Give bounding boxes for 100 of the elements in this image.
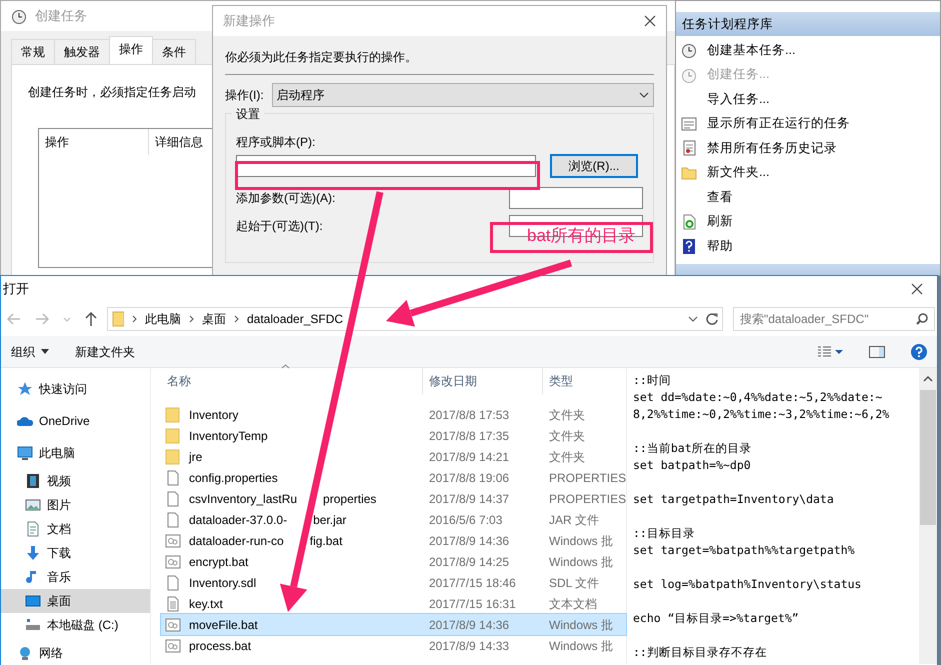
caret-down-icon [41, 349, 49, 354]
column-header[interactable]: 操作 [39, 129, 149, 155]
column-header[interactable]: 修改日期 [423, 368, 543, 394]
nav-item[interactable]: 网络 [1, 637, 150, 665]
file-name: Inventory.sdl [189, 574, 256, 592]
help-icon[interactable] [911, 344, 927, 360]
action-select[interactable]: 启动程序 [272, 83, 654, 107]
code-line: set targetpath=Inventory\data [633, 491, 835, 508]
file-row[interactable]: Inventory 2017/8/8 17:53 文件夹 [161, 404, 626, 425]
file-type: 文件夹 [548, 428, 586, 444]
code-line: ::判断目标目录存不存在 [633, 644, 768, 661]
chevron-right-icon [189, 315, 194, 323]
nav-item[interactable]: 视频 [1, 469, 150, 493]
nav-item[interactable]: OneDrive [1, 405, 150, 437]
address-bar[interactable]: 此电脑 桌面 dataloader_SFDC [107, 307, 723, 331]
up-arrow-icon[interactable] [85, 312, 97, 326]
view-options-icon[interactable] [817, 346, 843, 358]
monitor-icon [25, 593, 41, 609]
browse-button[interactable]: 浏览(R)... [550, 154, 638, 178]
close-icon[interactable] [644, 15, 656, 27]
panel-action[interactable]: 导入任务... [676, 87, 940, 112]
refresh-icon [681, 214, 697, 230]
code-line: set log=%batpath%Inventory\status [633, 576, 862, 593]
file-date: 2017/8/9 14:21 [428, 448, 510, 466]
new-folder-button[interactable]: 新建文件夹 [75, 342, 135, 360]
breadcrumb-item[interactable]: 此电脑 [145, 310, 181, 328]
file-type: 文件夹 [548, 448, 586, 466]
file-date: 2017/8/9 14:33 [428, 638, 510, 654]
file-row[interactable]: dataloader-37.0.0- ber.jar 2016/5/6 7:03 JAR 文件 [161, 509, 626, 530]
instruction-text: 你必须为此任务指定要执行的操作。 [225, 49, 418, 66]
file-row[interactable]: encrypt.bat 2017/8/9 14:25 Windows 批 [161, 551, 626, 572]
file-row[interactable]: csvInventory_lastRu properties 2017/8/9 14:37 PROPERTIES [161, 488, 626, 509]
panel-action[interactable]: 新文件夹... [676, 160, 940, 185]
file-row[interactable]: InventoryTemp 2017/8/8 17:35 文件夹 [161, 425, 626, 446]
tab[interactable]: 常规 [11, 39, 55, 64]
nav-item[interactable]: 本地磁盘 (C:) [1, 613, 150, 637]
gears-icon [165, 638, 181, 654]
file-date: 2017/7/15 18:46 [428, 574, 517, 592]
file-type: Windows 批 [548, 554, 614, 570]
file-row[interactable]: moveFile.bat 2017/8/9 14:36 Windows 批 [161, 614, 626, 635]
file-type: JAR 文件 [548, 512, 600, 528]
file-icon [165, 490, 181, 506]
panel-header: 任务计划程序库 [676, 12, 940, 36]
file-row[interactable]: Inventory.sdl 2017/7/15 18:46 SDL 文件 [161, 572, 626, 593]
file-name: csvInventory_lastRu [189, 490, 298, 508]
folder-icon [165, 448, 181, 464]
file-type: Windows 批 [548, 616, 614, 634]
field-label: 程序或脚本(P): [236, 134, 316, 151]
file-row[interactable]: jre 2017/8/9 14:21 文件夹 [161, 446, 626, 467]
nav-item[interactable]: 此电脑 [1, 437, 150, 469]
close-icon[interactable] [911, 283, 923, 295]
nav-item[interactable]: 桌面 [1, 589, 150, 613]
film-icon [25, 473, 41, 489]
drive-icon [25, 617, 41, 633]
file-row[interactable]: key.txt 2017/7/15 16:31 文本文档 [161, 593, 626, 614]
nav-item[interactable]: 快速访问 [1, 373, 150, 405]
nav-item[interactable]: 下载 [1, 541, 150, 565]
file-name: properties [323, 490, 376, 508]
file-type: 文件夹 [548, 406, 586, 424]
chevron-down-icon[interactable] [688, 316, 698, 322]
file-date: 2017/8/9 14:36 [428, 532, 510, 550]
tab[interactable]: 操作 [109, 36, 153, 64]
nav-item[interactable]: 音乐 [1, 565, 150, 589]
folder-icon [165, 428, 181, 444]
file-name: process.bat [189, 638, 252, 654]
file-date: 2017/8/8 19:06 [428, 470, 510, 486]
nav-item[interactable]: 图片 [1, 493, 150, 517]
scroll-up-icon[interactable] [923, 376, 933, 382]
text-field[interactable] [509, 187, 643, 209]
column-header[interactable]: 类型 [543, 368, 623, 394]
file-row[interactable]: config.properties 2017/8/8 19:06 PROPERTIES [161, 467, 626, 488]
file-row[interactable]: process.bat 2017/8/9 14:33 Windows 批 [161, 635, 626, 656]
panel-action[interactable]: 刷新 [676, 210, 940, 234]
gears-icon [165, 616, 181, 632]
panel-action[interactable]: 创建基本任务... [676, 38, 940, 62]
network-icon [17, 645, 33, 661]
breadcrumb-item[interactable]: dataloader_SFDC [247, 310, 344, 328]
nav-item[interactable]: 文档 [1, 517, 150, 541]
preview-pane-icon[interactable] [869, 346, 885, 358]
code-line: ::当前bat所在的目录 [633, 440, 753, 457]
refresh-icon[interactable] [706, 313, 718, 325]
panel-action[interactable]: 显示所有正在运行的任务 [676, 112, 940, 136]
panel-action[interactable]: 查看 [676, 185, 940, 210]
search-field[interactable]: 搜索"dataloader_SFDC" [733, 307, 935, 331]
tab[interactable]: 条件 [152, 39, 196, 64]
search-icon [916, 313, 928, 325]
column-header[interactable]: 名称 [161, 368, 423, 394]
code-line: set dd=%date:~0,4%%date:~5,2%%date:~ [633, 389, 884, 406]
panel-action[interactable]: 帮助 [676, 234, 940, 258]
sort-caret-icon [281, 364, 290, 369]
file-row[interactable]: dataloader-run-co fig.bat 2017/8/9 14:36 Windows 批 [161, 530, 626, 551]
field-label: 添加参数(可选)(A): [236, 190, 336, 207]
dialog-title: 新建操作 [223, 12, 275, 30]
chevron-down-icon [639, 92, 649, 98]
file-date: 2017/8/9 14:25 [428, 554, 510, 570]
panel-action[interactable]: 禁用所有任务历史记录 [676, 136, 940, 160]
scroll-thumb[interactable] [920, 390, 936, 525]
clock-icon [11, 8, 27, 24]
organize-menu[interactable]: 组织 [11, 342, 49, 360]
breadcrumb-item[interactable]: 桌面 [202, 310, 226, 328]
